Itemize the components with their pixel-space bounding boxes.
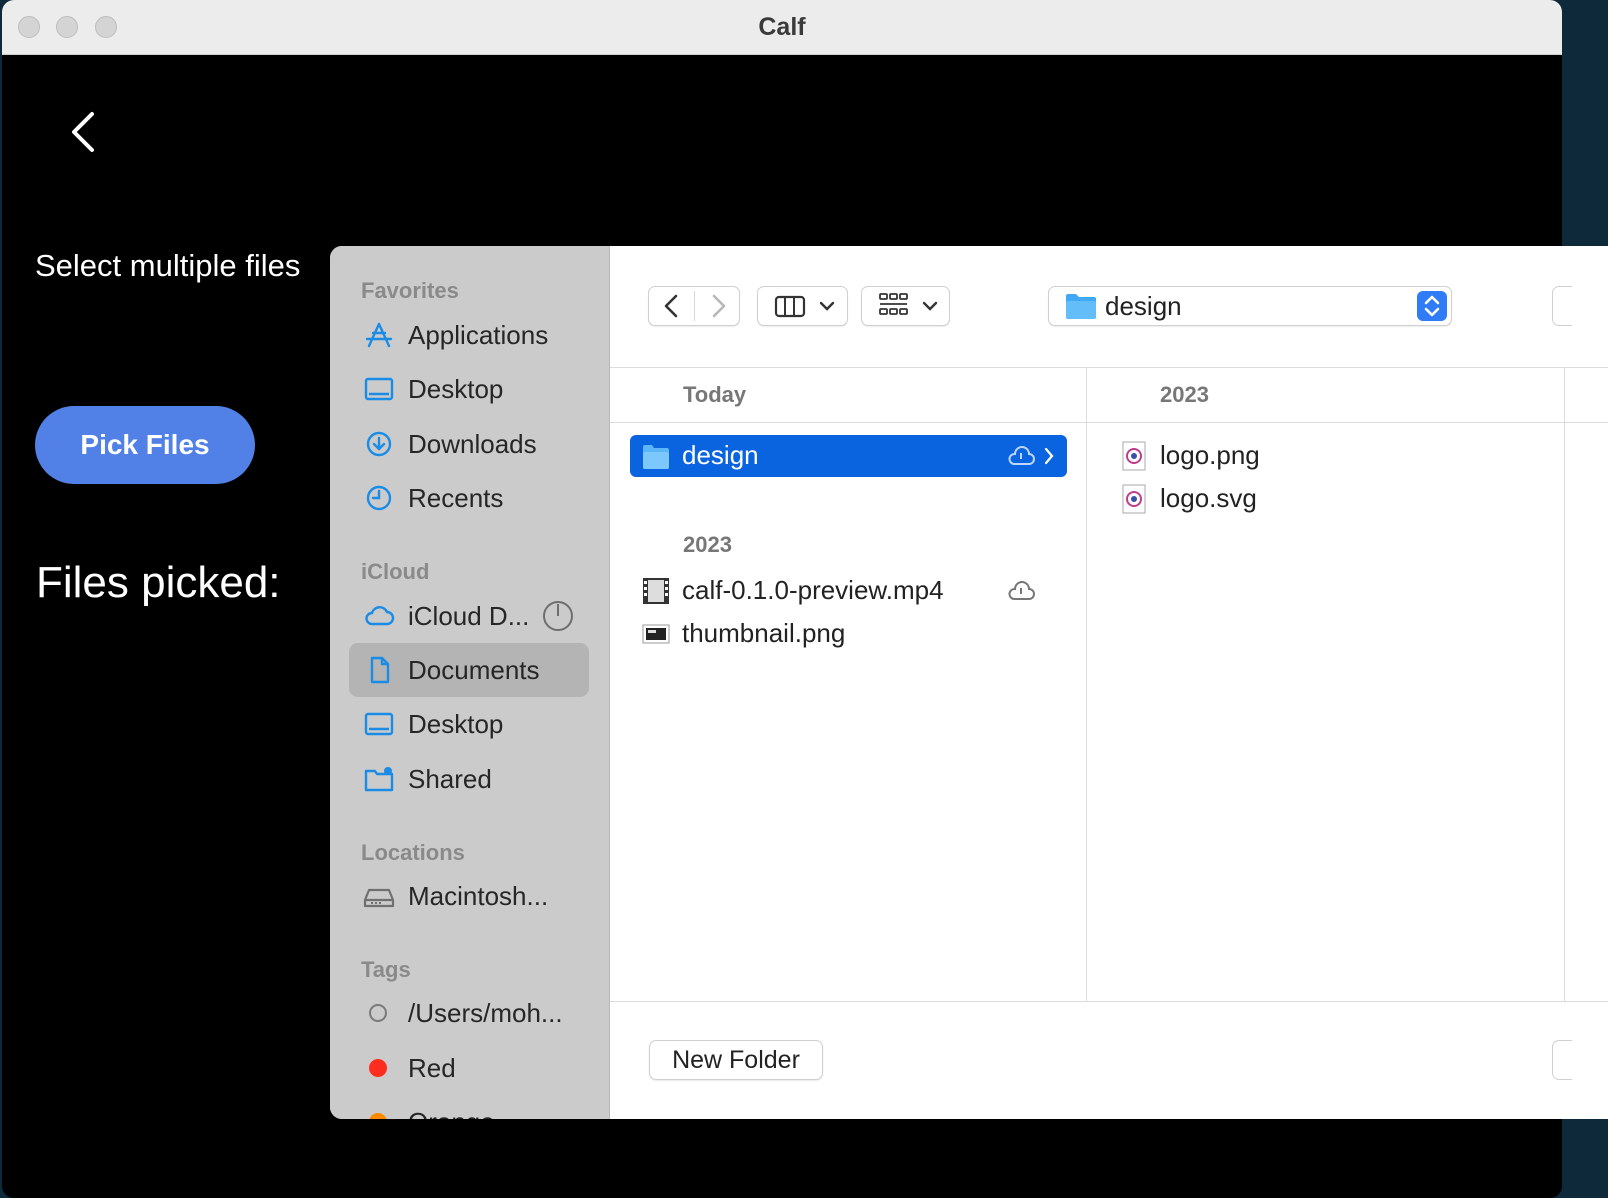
toolbar-divider: [610, 367, 1608, 368]
sidebar-item-label: Desktop: [408, 709, 504, 739]
sidebar-item-icloud-drive[interactable]: iCloud D...: [349, 589, 589, 643]
column-group-header: Today: [683, 382, 747, 407]
sidebar-tag-users[interactable]: /Users/moh...: [349, 986, 589, 1040]
file-name: logo.png: [1160, 440, 1260, 470]
column-header-divider: [610, 422, 1608, 423]
sidebar-item-label: Desktop: [408, 374, 504, 404]
sidebar-tag-red[interactable]: Red: [349, 1041, 589, 1095]
recents-icon: [363, 484, 395, 512]
sidebar-item-applications[interactable]: Applications: [349, 308, 589, 362]
tag-empty-circle-icon: [369, 1004, 387, 1022]
new-folder-button[interactable]: New Folder: [649, 1040, 823, 1080]
column-group-header: 2023: [1160, 382, 1209, 407]
list-item[interactable]: logo.png: [1108, 435, 1538, 477]
footer-divider: [610, 1001, 1608, 1002]
sidebar-item-downloads[interactable]: Downloads: [349, 417, 589, 471]
shared-folder-icon: [363, 765, 395, 793]
list-item[interactable]: thumbnail.png: [630, 613, 1067, 655]
sidebar-item-label: Applications: [408, 320, 549, 350]
back-button[interactable]: [649, 287, 695, 325]
image-file-icon: [1120, 441, 1148, 471]
sidebar-item-label: Orange: [408, 1107, 495, 1119]
path-popup-button[interactable]: design: [1048, 286, 1452, 326]
file-name: calf-0.1.0-preview.mp4: [682, 575, 944, 605]
sidebar-item-label: Documents: [408, 655, 540, 685]
back-arrow-icon[interactable]: [64, 110, 104, 154]
sidebar-item-recents[interactable]: Recents: [349, 471, 589, 525]
path-popup-label: design: [1105, 291, 1182, 321]
columns-view-icon: [774, 295, 835, 318]
search-field-edge[interactable]: [1552, 286, 1572, 326]
sidebar-tag-orange[interactable]: Orange: [349, 1095, 589, 1119]
file-open-dialog: Favorites Applications Desktop Downloads…: [330, 246, 1608, 1119]
folder-icon: [1065, 292, 1097, 325]
list-item[interactable]: design: [630, 435, 1067, 477]
view-mode-button[interactable]: [757, 286, 848, 326]
sidebar-item-icloud-desktop[interactable]: Desktop: [349, 697, 589, 751]
nav-buttons: [648, 286, 740, 326]
pick-files-button[interactable]: Pick Files: [35, 406, 255, 484]
document-icon: [363, 656, 395, 684]
cloud-icon: [1005, 444, 1037, 473]
sidebar-item-label: Shared: [408, 764, 492, 794]
window-title: Calf: [758, 13, 806, 41]
sidebar-item-label: Red: [408, 1053, 456, 1083]
favorites-header: Favorites: [361, 278, 459, 303]
red-tag-dot-icon: [369, 1059, 387, 1077]
cloud-icon: [363, 602, 395, 630]
image-file-icon: [1120, 484, 1148, 514]
popup-arrows-icon: [1417, 291, 1447, 321]
list-item[interactable]: calf-0.1.0-preview.mp4: [630, 570, 1067, 612]
sidebar-item-shared[interactable]: Shared: [349, 752, 589, 806]
column-divider[interactable]: [1086, 368, 1087, 1001]
sidebar-item-label: Recents: [408, 483, 504, 513]
icloud-header: iCloud: [361, 559, 430, 584]
sidebar-item-label: iCloud D...: [408, 601, 530, 631]
column-group-header: 2023: [683, 532, 732, 557]
sync-progress-icon: [542, 600, 574, 637]
sidebar-item-label: Downloads: [408, 429, 537, 459]
desktop-icon: [363, 710, 395, 738]
dialog-sidebar: Favorites Applications Desktop Downloads…: [330, 246, 610, 1119]
sidebar-item-label: Macintosh...: [408, 881, 549, 911]
video-file-icon: [642, 576, 670, 606]
file-name: design: [682, 440, 759, 470]
tags-header: Tags: [361, 957, 411, 982]
options-button-edge[interactable]: [1552, 1040, 1572, 1080]
list-item[interactable]: logo.svg: [1108, 478, 1538, 520]
desktop-icon: [363, 375, 395, 403]
locations-header: Locations: [361, 840, 465, 865]
column-divider[interactable]: [1564, 368, 1565, 1001]
title-bar: Calf: [2, 0, 1562, 55]
file-name: thumbnail.png: [682, 618, 846, 648]
orange-tag-dot-icon: [369, 1113, 387, 1119]
folder-icon: [642, 441, 670, 471]
sidebar-item-documents[interactable]: Documents: [349, 643, 589, 697]
grid-group-icon: [879, 293, 938, 315]
sidebar-item-label: /Users/moh...: [408, 998, 563, 1028]
sidebar-item-desktop[interactable]: Desktop: [349, 362, 589, 416]
cloud-download-icon: [1005, 579, 1037, 608]
files-picked-heading: Files picked:: [36, 558, 281, 607]
chevron-right-icon: [1042, 446, 1056, 471]
sidebar-item-macintosh[interactable]: Macintosh...: [349, 869, 589, 923]
downloads-icon: [363, 430, 395, 458]
select-files-label: Select multiple files: [35, 248, 301, 283]
image-file-icon: [642, 619, 670, 649]
applications-icon: [363, 321, 395, 349]
forward-button[interactable]: [695, 287, 741, 325]
group-by-button[interactable]: [861, 286, 950, 326]
file-name: logo.svg: [1160, 483, 1257, 513]
drive-icon: [363, 882, 395, 910]
